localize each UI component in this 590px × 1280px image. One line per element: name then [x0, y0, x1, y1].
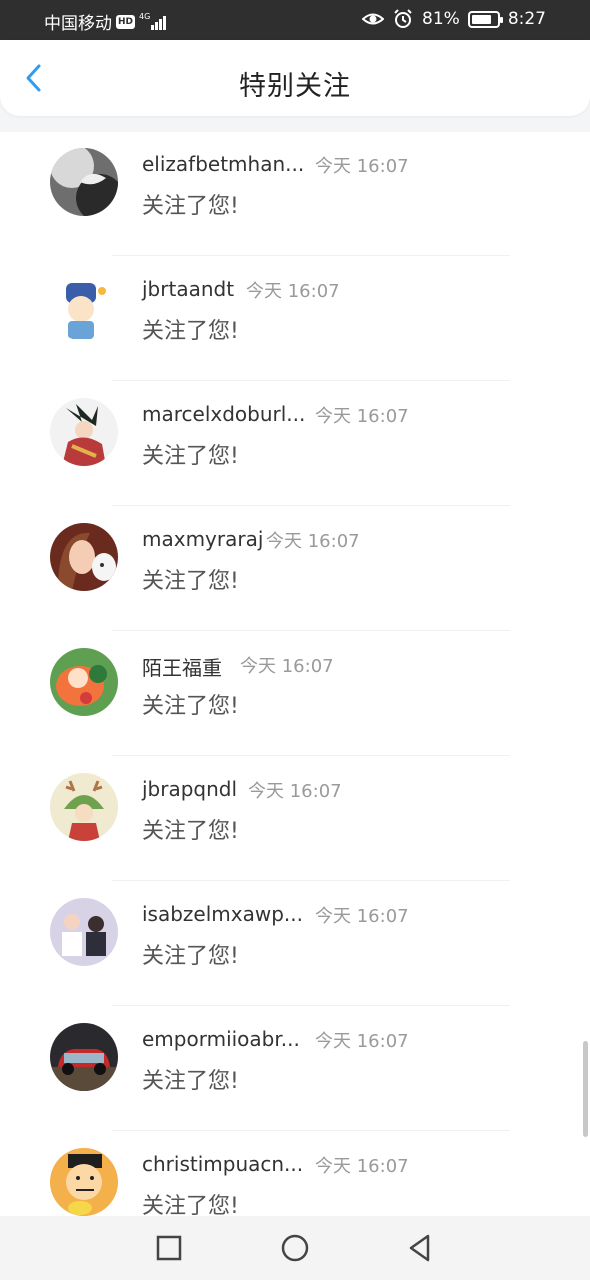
battery-percent: 81%: [422, 9, 460, 29]
message-text: 关注了您!: [142, 1194, 239, 1216]
message-text: 关注了您!: [142, 569, 239, 594]
list-item[interactable]: jbrtaandt 今天 16:07 关注了您!: [0, 257, 590, 382]
username[interactable]: christimpuacn...: [142, 1152, 303, 1176]
divider: [112, 505, 510, 506]
eye-icon: [361, 9, 385, 29]
message-text: 关注了您!: [142, 694, 239, 719]
divider: [112, 255, 510, 256]
network-type: 4G: [139, 11, 151, 21]
divider: [112, 380, 510, 381]
carrier-name: 中国移动: [44, 14, 112, 34]
avatar[interactable]: [50, 773, 118, 841]
follow-list[interactable]: elizafbetmhan... 今天 16:07 关注了您! jbrtaand…: [0, 132, 590, 1216]
username[interactable]: jbrtaandt: [142, 277, 234, 301]
clock: 8:27: [507, 9, 546, 29]
scrollbar[interactable]: [583, 1041, 588, 1137]
list-item[interactable]: elizafbetmhan... 今天 16:07 关注了您!: [0, 132, 590, 257]
avatar[interactable]: [50, 1023, 118, 1091]
message-text: 关注了您!: [142, 444, 239, 469]
timestamp: 今天 16:07: [240, 656, 334, 677]
timestamp: 今天 16:07: [248, 781, 342, 802]
list-item[interactable]: christimpuacn... 今天 16:07 关注了您!: [0, 1132, 590, 1216]
square-icon: [156, 1235, 182, 1261]
list-item[interactable]: isabzelmxawp... 今天 16:07 关注了您!: [0, 882, 590, 1007]
avatar[interactable]: [50, 398, 118, 466]
signal-icon: 4G: [139, 12, 169, 32]
hd-badge: HD: [116, 14, 136, 29]
avatar[interactable]: [50, 523, 118, 591]
timestamp: 今天 16:07: [266, 531, 360, 552]
divider: [112, 1005, 510, 1006]
avatar[interactable]: [50, 648, 118, 716]
list-item[interactable]: marcelxdoburl... 今天 16:07 关注了您!: [0, 382, 590, 507]
circle-icon: [281, 1234, 309, 1262]
system-nav-bar: [0, 1216, 590, 1280]
avatar[interactable]: [50, 148, 118, 216]
username[interactable]: empormiioabr...: [142, 1027, 300, 1051]
triangle-back-icon: [409, 1234, 430, 1262]
avatar[interactable]: [50, 898, 118, 966]
timestamp: 今天 16:07: [315, 156, 409, 177]
username[interactable]: maxmyraraj: [142, 527, 263, 551]
battery-icon: [467, 10, 503, 28]
divider: [112, 755, 510, 756]
alarm-icon: [392, 9, 414, 29]
list-item[interactable]: jbrapqndl 今天 16:07 关注了您!: [0, 757, 590, 882]
app-header: 特别关注: [0, 40, 590, 116]
avatar[interactable]: [50, 1148, 118, 1216]
timestamp: 今天 16:07: [246, 281, 340, 302]
message-text: 关注了您!: [142, 819, 239, 844]
page-title: 特别关注: [239, 71, 351, 102]
avatar[interactable]: [50, 273, 118, 341]
list-item[interactable]: maxmyraraj 今天 16:07 关注了您!: [0, 507, 590, 632]
timestamp: 今天 16:07: [315, 1156, 409, 1177]
message-text: 关注了您!: [142, 194, 239, 219]
username[interactable]: 陌王福重: [142, 652, 222, 681]
divider: [112, 630, 510, 631]
username[interactable]: marcelxdoburl...: [142, 402, 305, 426]
timestamp: 今天 16:07: [315, 1031, 409, 1052]
username[interactable]: isabzelmxawp...: [142, 902, 303, 926]
divider: [112, 1130, 510, 1131]
timestamp: 今天 16:07: [315, 406, 409, 427]
home-button[interactable]: [277, 1230, 313, 1266]
list-item[interactable]: empormiioabr... 今天 16:07 关注了您!: [0, 1007, 590, 1132]
back-nav-button[interactable]: [402, 1230, 438, 1266]
message-text: 关注了您!: [142, 944, 239, 969]
status-bar: 中国移动 HD 4G 81% 8:27: [0, 0, 590, 40]
divider: [112, 880, 510, 881]
list-item[interactable]: 陌王福重 今天 16:07 关注了您!: [0, 632, 590, 757]
message-text: 关注了您!: [142, 1069, 239, 1094]
timestamp: 今天 16:07: [315, 906, 409, 927]
username[interactable]: jbrapqndl: [142, 777, 237, 801]
message-text: 关注了您!: [142, 319, 239, 344]
recents-button[interactable]: [151, 1230, 187, 1266]
username[interactable]: elizafbetmhan...: [142, 152, 304, 176]
